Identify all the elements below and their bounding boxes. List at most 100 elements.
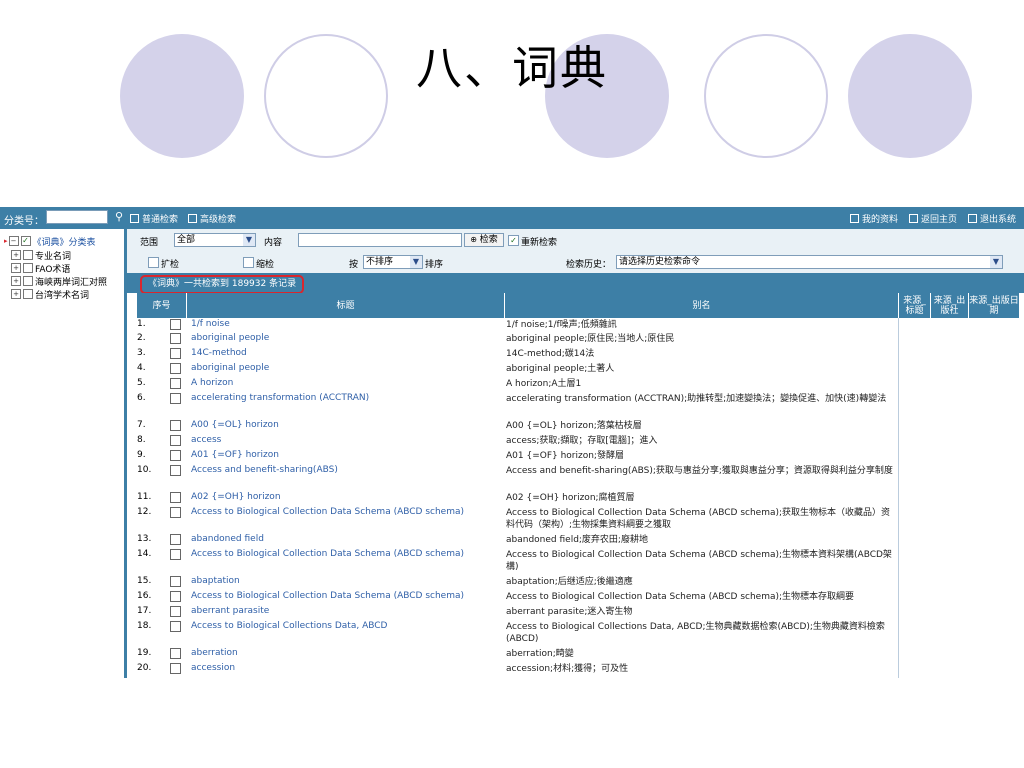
row-alias: 1/f noise;1/f噪声;低頻雜訊 — [506, 320, 617, 330]
row-checkbox[interactable] — [170, 549, 181, 560]
return-home-link[interactable]: 返回主页 — [909, 212, 957, 225]
row-title-link[interactable]: A00 {=OL} horizon — [191, 420, 501, 430]
row-checkbox[interactable] — [170, 663, 181, 674]
row-title-link[interactable]: Access to Biological Collection Data Sch… — [191, 507, 501, 517]
row-checkbox[interactable] — [170, 534, 181, 545]
row-number: 2. — [137, 333, 146, 343]
slide-title: 八、词典 — [416, 41, 608, 95]
tree-item-label[interactable]: 台湾学术名词 — [35, 288, 89, 301]
row-title-link[interactable]: access — [191, 435, 501, 445]
row-checkbox[interactable] — [170, 348, 181, 359]
row-title-link[interactable]: abandoned field — [191, 534, 501, 544]
row-number: 10. — [137, 465, 152, 475]
tree-item-taiwan[interactable]: + 台湾学术名词 — [11, 288, 89, 301]
row-checkbox[interactable] — [170, 591, 181, 602]
row-title-link[interactable]: A horizon — [191, 378, 501, 388]
new-search-checkbox[interactable]: ✓ — [508, 235, 519, 246]
narrow-search-label: 缩检 — [256, 260, 275, 270]
row-title-link[interactable]: aberrant parasite — [191, 606, 501, 616]
row-number: 5. — [137, 378, 146, 388]
row-checkbox[interactable] — [170, 435, 181, 446]
row-title-link[interactable]: Access to Biological Collection Data Sch… — [191, 549, 501, 559]
tree-checkbox[interactable] — [23, 263, 33, 273]
sort-value: 不排序 — [366, 257, 394, 267]
row-title-link[interactable]: aboriginal people — [191, 363, 501, 373]
content-input[interactable] — [298, 233, 462, 247]
header-index: 序号 — [137, 293, 187, 318]
chevron-down-icon: ▼ — [410, 256, 422, 268]
row-checkbox[interactable] — [170, 492, 181, 503]
tree-item-fao[interactable]: + FAO术语 — [11, 262, 70, 275]
category-input[interactable] — [46, 210, 108, 224]
tree-item-strait[interactable]: + 海峡两岸词汇对照 — [11, 275, 107, 288]
advanced-search-link[interactable]: 高级检索 — [188, 212, 236, 225]
row-title-link[interactable]: A01 {=OF} horizon — [191, 450, 501, 460]
expand-search-checkbox[interactable] — [148, 257, 159, 268]
table-row: 8. access access;获取;擷取；存取[電腦]；進入 — [137, 434, 1019, 449]
row-checkbox[interactable] — [170, 393, 181, 404]
row-checkbox[interactable] — [170, 621, 181, 632]
row-title-link[interactable]: Access and benefit-sharing(ABS) — [191, 465, 501, 475]
table-row: 14. Access to Biological Collection Data … — [137, 548, 1019, 575]
tree-checkbox[interactable]: ✓ — [20, 236, 31, 246]
row-title-link[interactable]: aboriginal people — [191, 333, 501, 343]
expand-icon[interactable]: + — [11, 289, 21, 299]
row-title-link[interactable]: A02 {=OH} horizon — [191, 492, 501, 502]
row-checkbox[interactable] — [170, 648, 181, 659]
row-title-link[interactable]: aberration — [191, 648, 501, 658]
row-checkbox[interactable] — [170, 363, 181, 374]
tree-item-terms[interactable]: + 专业名词 — [11, 249, 71, 262]
expand-icon[interactable]: + — [11, 263, 21, 273]
sort-by-label: 按 — [349, 260, 359, 270]
row-alias: abaptation;后继适应;後繼適應 — [506, 577, 633, 587]
my-info-link[interactable]: 我的资料 — [850, 212, 898, 225]
header-title: 标题 — [187, 293, 505, 318]
tree-item-label[interactable]: FAO术语 — [35, 262, 70, 275]
row-title-link[interactable]: Access to Biological Collection Data Sch… — [191, 591, 501, 601]
row-title-link[interactable]: 14C-method — [191, 348, 501, 358]
tree-checkbox[interactable] — [23, 250, 33, 260]
row-checkbox[interactable] — [170, 319, 181, 330]
table-row: 12. Access to Biological Collection Data … — [137, 506, 1019, 533]
result-bar: 《词典》一共检索到 189932 条记录 — [127, 273, 1024, 294]
search-button[interactable]: ⊕ 检索 — [464, 233, 504, 247]
search-icon: ⊕ — [470, 235, 477, 244]
row-checkbox[interactable] — [170, 333, 181, 344]
row-number: 12. — [137, 507, 152, 517]
row-checkbox[interactable] — [170, 378, 181, 389]
tree-checkbox[interactable] — [23, 276, 33, 286]
row-checkbox[interactable] — [170, 465, 181, 476]
table-row: 17. aberrant parasite aberrant parasite;迷入… — [137, 605, 1019, 620]
tree-item-dictionary[interactable]: ▸ − ✓ 《词典》分类表 — [4, 235, 96, 248]
link-icon — [968, 214, 977, 223]
exit-system-link[interactable]: 退出系统 — [968, 212, 1016, 225]
row-checkbox[interactable] — [170, 576, 181, 587]
narrow-search-checkbox[interactable] — [243, 257, 254, 268]
link-icon — [130, 214, 139, 223]
row-number: 6. — [137, 393, 146, 403]
history-select[interactable]: 请选择历史检索命令 ▼ — [616, 255, 1003, 269]
link-icon — [850, 214, 859, 223]
tree-item-label[interactable]: 专业名词 — [35, 249, 71, 262]
row-checkbox[interactable] — [170, 606, 181, 617]
row-checkbox[interactable] — [170, 507, 181, 518]
tree-checkbox[interactable] — [23, 289, 33, 299]
sort-select[interactable]: 不排序 ▼ — [363, 255, 423, 269]
row-title-link[interactable]: Access to Biological Collections Data, A… — [191, 621, 501, 631]
expand-icon[interactable]: + — [11, 276, 21, 286]
collapse-icon[interactable]: − — [8, 236, 19, 246]
table-row: 4. aboriginal people aboriginal people;土著人 — [137, 362, 1019, 377]
table-row: 9. A01 {=OF} horizon A01 {=OF} horizon;發酵層 — [137, 449, 1019, 464]
expand-icon[interactable]: + — [11, 250, 21, 260]
tree-item-label[interactable]: 海峡两岸词汇对照 — [35, 275, 107, 288]
row-alias: Access to Biological Collection Data Sch… — [506, 550, 892, 572]
row-title-link[interactable]: 1/f noise — [191, 319, 501, 329]
row-checkbox[interactable] — [170, 420, 181, 431]
scope-select[interactable]: 全部 ▼ — [174, 233, 256, 247]
tree-item-label[interactable]: 《词典》分类表 — [33, 235, 96, 248]
row-title-link[interactable]: abaptation — [191, 576, 501, 586]
row-checkbox[interactable] — [170, 450, 181, 461]
basic-search-link[interactable]: 普通检索 — [130, 212, 178, 225]
row-title-link[interactable]: accelerating transformation (ACCTRAN) — [191, 393, 501, 403]
row-title-link[interactable]: accession — [191, 663, 501, 673]
